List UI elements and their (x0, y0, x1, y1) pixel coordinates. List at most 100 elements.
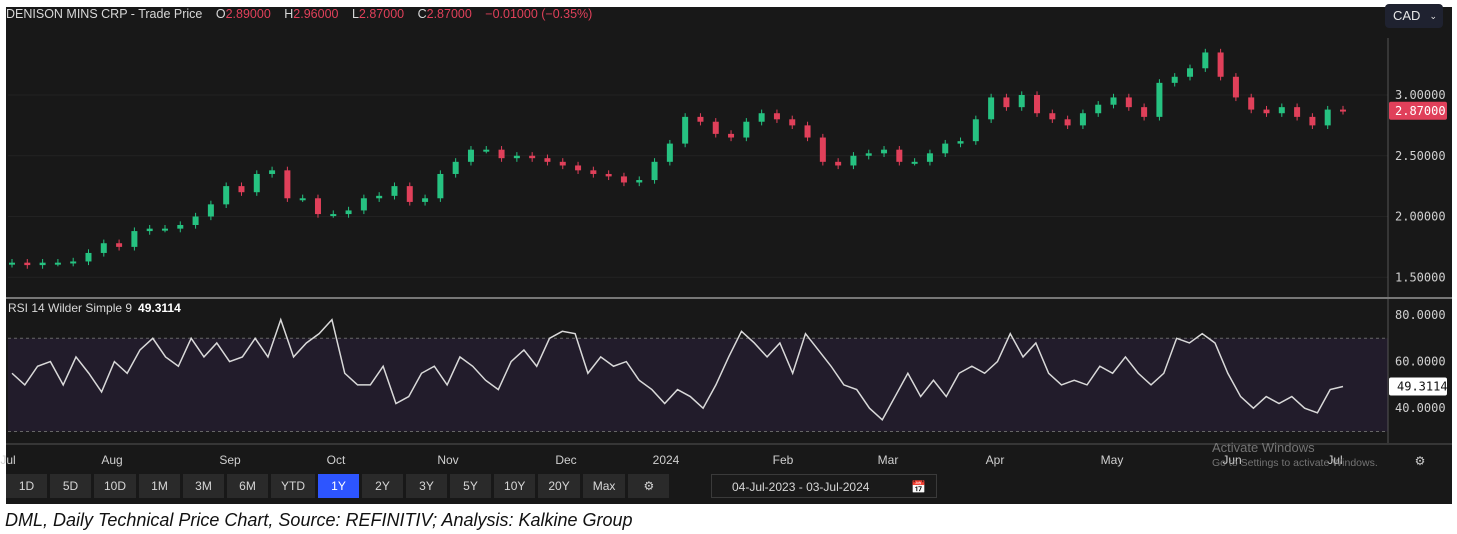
candle (422, 198, 429, 202)
rsi-last-label: 49.3114 (1397, 380, 1448, 394)
candle (253, 173, 260, 193)
candle (452, 161, 459, 174)
candle (406, 186, 413, 202)
candle (1171, 76, 1178, 83)
rsi-band (8, 338, 1388, 432)
date-range-picker[interactable]: 04-Jul-2023 - 03-Jul-2024 📅 (711, 474, 937, 498)
symbol-name: DENISON MINS CRP (6, 7, 128, 21)
close-value: 2.87000 (426, 7, 472, 21)
candle (207, 204, 214, 217)
close-label: C (417, 7, 427, 21)
currency-select[interactable]: CAD ⌄ (1385, 4, 1443, 28)
candle (437, 173, 444, 199)
candle (789, 119, 796, 126)
calendar-icon[interactable]: 📅 (911, 475, 926, 499)
price-axis-tick: 2.00000 (1395, 210, 1446, 224)
candle (590, 170, 597, 174)
candle (1202, 52, 1209, 69)
candle (926, 153, 933, 162)
candle (575, 165, 582, 171)
time-axis-tick: Jul (0, 453, 15, 467)
candle (483, 149, 490, 152)
range-button-10d[interactable]: 10D (94, 474, 137, 498)
candle (1003, 97, 1010, 108)
candle (758, 113, 765, 122)
last-price-label: 2.87000 (1395, 104, 1446, 118)
candle (284, 170, 291, 199)
candle (636, 180, 643, 183)
range-button-max[interactable]: Max (582, 474, 626, 498)
candle (712, 121, 719, 134)
candle (238, 186, 245, 193)
range-button-5y[interactable]: 5Y (450, 474, 492, 498)
time-axis-tick: Feb (773, 453, 794, 467)
range-button-5d[interactable]: 5D (50, 474, 91, 498)
watermark-subtitle: Go to Settings to activate Windows. (1212, 457, 1378, 469)
candle (544, 158, 551, 162)
candle (743, 121, 750, 138)
candle (651, 161, 658, 181)
candle (1079, 113, 1086, 126)
range-button-2y[interactable]: 2Y (362, 474, 404, 498)
rsi-legend: RSI 14 Wilder Simple 9 49.3114 (8, 301, 181, 315)
high-value: 2.96000 (293, 7, 339, 21)
range-button-6m[interactable]: 6M (227, 474, 269, 498)
candle (100, 243, 107, 253)
candle (1141, 107, 1148, 117)
candle (1049, 113, 1056, 120)
rsi-axis-tick: 40.0000 (1395, 401, 1446, 415)
range-button-ytd[interactable]: YTD (271, 474, 316, 498)
candle (666, 143, 673, 162)
candle (9, 262, 15, 265)
candle (773, 113, 780, 120)
date-to: 03-Jul-2024 (806, 480, 870, 494)
range-button-1d[interactable]: 1D (6, 474, 47, 498)
range-button-20y[interactable]: 20Y (538, 474, 580, 498)
candle (1232, 76, 1239, 98)
price-axis-tick: 1.50000 (1395, 270, 1446, 284)
candle (881, 149, 888, 154)
candle (39, 262, 46, 266)
time-axis-tick: 2024 (653, 453, 680, 467)
series-name: Trade Price (138, 7, 203, 21)
candle (1340, 109, 1346, 112)
settings-icon: ⚙ (1415, 454, 1426, 468)
price-legend: DENISON MINS CRP - Trade Price O2.89000 … (6, 7, 592, 21)
range-button-3m[interactable]: 3M (183, 474, 225, 498)
open-value: 2.89000 (225, 7, 271, 21)
low-value: 2.87000 (358, 7, 405, 21)
candle (330, 214, 337, 217)
range-button-1m[interactable]: 1M (139, 474, 181, 498)
candle (620, 176, 627, 183)
date-from: 04-Jul-2023 (732, 480, 796, 494)
time-axis-tick: Mar (878, 453, 899, 467)
candle (697, 116, 704, 122)
currency-value: CAD (1393, 8, 1421, 23)
candle (835, 161, 842, 166)
candle (911, 161, 918, 164)
time-axis-tick: Dec (555, 453, 576, 467)
candle (161, 228, 168, 231)
candle (24, 262, 31, 266)
watermark-title: Activate Windows (1212, 440, 1315, 455)
candle (988, 97, 995, 120)
range-button-3y[interactable]: 3Y (406, 474, 448, 498)
chart-settings-icon[interactable]: ⚙ (628, 474, 670, 498)
candle (299, 198, 306, 201)
candle (376, 195, 383, 199)
candle (1294, 107, 1301, 117)
range-button-1y[interactable]: 1Y (318, 474, 360, 498)
time-axis-tick: Sep (219, 453, 241, 467)
open-label: O (215, 7, 226, 21)
candle (1034, 95, 1041, 114)
range-button-10y[interactable]: 10Y (494, 474, 536, 498)
candle (942, 143, 949, 154)
candle (314, 198, 321, 215)
candle (728, 133, 735, 138)
candle (1309, 116, 1316, 126)
candle (896, 149, 903, 162)
candle (804, 125, 811, 138)
candle (131, 231, 138, 247)
rsi-label: RSI 14 Wilder Simple 9 (8, 301, 133, 315)
candle (605, 173, 612, 177)
